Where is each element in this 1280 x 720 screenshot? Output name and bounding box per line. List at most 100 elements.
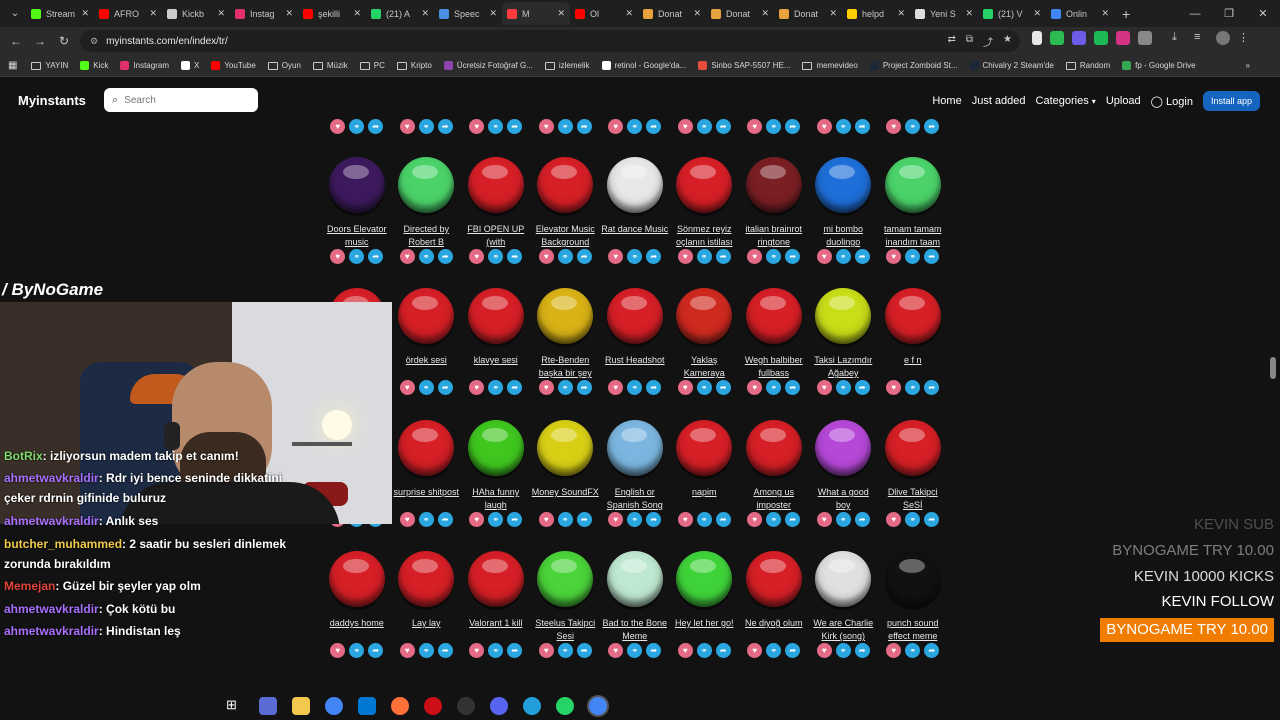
share-arrow-icon[interactable]: ➦ — [507, 512, 523, 527]
chat-username[interactable]: butcher_muhammed — [4, 537, 122, 551]
share-arrow-icon[interactable]: ➦ — [576, 249, 592, 264]
share-arrow-icon[interactable]: ➦ — [715, 512, 731, 527]
copy-link-icon[interactable]: ⚭ — [905, 643, 921, 658]
share-arrow-icon[interactable]: ➦ — [924, 119, 940, 134]
sound-title-link[interactable]: Lay lay — [392, 617, 460, 643]
sound-play-button[interactable] — [537, 420, 594, 476]
favorite-heart-icon[interactable]: ♥ — [608, 380, 624, 395]
favorite-heart-icon[interactable]: ♥ — [399, 512, 415, 527]
sound-title-link[interactable]: Yaklaş Kameraya — [670, 354, 738, 380]
tab-search-icon[interactable]: ⌄ — [4, 3, 26, 25]
favorite-heart-icon[interactable]: ♥ — [886, 249, 902, 264]
nav-categories[interactable]: Categories ▾ — [1036, 95, 1096, 107]
favorite-heart-icon[interactable]: ♥ — [399, 119, 415, 134]
copy-link-icon[interactable]: ⚭ — [766, 249, 782, 264]
favorite-heart-icon[interactable]: ♥ — [816, 380, 832, 395]
browser-tab[interactable]: Stream ✕ — [26, 2, 94, 25]
share-arrow-icon[interactable]: ➦ — [854, 643, 870, 658]
sound-title-link[interactable]: Hey let her go! — [670, 617, 738, 643]
favorite-heart-icon[interactable]: ♥ — [538, 512, 554, 527]
chat-username[interactable]: ahmetwavkraldir — [4, 624, 99, 638]
opera-icon[interactable] — [424, 697, 442, 715]
close-tab-icon[interactable]: ✕ — [965, 8, 973, 19]
share-arrow-icon[interactable]: ➦ — [368, 119, 384, 134]
copy-link-icon[interactable]: ⚭ — [766, 512, 782, 527]
more-bookmarks-icon[interactable]: » — [1246, 61, 1250, 70]
favorite-heart-icon[interactable]: ♥ — [608, 643, 624, 658]
sound-play-button[interactable] — [606, 551, 663, 607]
sound-play-button[interactable] — [815, 288, 872, 344]
bookmark-folder[interactable]: Random — [1065, 61, 1110, 70]
favorite-heart-icon[interactable]: ♥ — [608, 249, 624, 264]
sound-title-link[interactable]: surprise shitpost — [392, 486, 460, 512]
sound-play-button[interactable] — [884, 157, 941, 213]
sound-play-button[interactable] — [537, 157, 594, 213]
close-tab-icon[interactable]: ✕ — [149, 8, 157, 19]
chrome-icon[interactable] — [325, 697, 343, 715]
copy-link-icon[interactable]: ⚭ — [835, 643, 851, 658]
share-arrow-icon[interactable]: ➦ — [507, 119, 523, 134]
sound-play-button[interactable] — [815, 420, 872, 476]
favorite-heart-icon[interactable]: ♥ — [747, 249, 763, 264]
sound-play-button[interactable] — [606, 420, 663, 476]
bookmark-folder[interactable]: izlemelik — [544, 61, 590, 70]
share-arrow-icon[interactable]: ➦ — [715, 119, 731, 134]
sound-title-link[interactable]: Rust Headshot — [601, 354, 669, 380]
share-arrow-icon[interactable]: ➦ — [368, 249, 384, 264]
extension-icon[interactable] — [1116, 31, 1130, 45]
sound-play-button[interactable] — [745, 288, 802, 344]
share-arrow-icon[interactable]: ➦ — [646, 512, 662, 527]
sound-title-link[interactable]: FBI OPEN UP (with — [462, 223, 530, 249]
chrome-active-icon[interactable] — [589, 697, 607, 715]
forward-icon[interactable]: → — [28, 34, 52, 48]
translate-icon[interactable]: ⇄ — [948, 34, 956, 49]
share-arrow-icon[interactable]: ➦ — [646, 643, 662, 658]
back-icon[interactable]: ← — [4, 34, 28, 48]
copy-link-icon[interactable]: ⚭ — [835, 380, 851, 395]
extension-icon[interactable] — [1072, 31, 1086, 45]
bookmark-folder[interactable]: Oyun — [267, 61, 301, 70]
copy-link-icon[interactable]: ⚭ — [488, 512, 504, 527]
menu-icon[interactable]: ⋮ — [1238, 31, 1252, 45]
copy-link-icon[interactable]: ⚭ — [905, 249, 921, 264]
maximize-icon[interactable]: ❐ — [1212, 7, 1246, 20]
favorite-heart-icon[interactable]: ♥ — [816, 119, 832, 134]
minimize-icon[interactable]: — — [1178, 8, 1212, 20]
copy-link-icon[interactable]: ⚭ — [766, 643, 782, 658]
chat-username[interactable]: ahmetwavkraldir — [4, 514, 99, 528]
favorite-heart-icon[interactable]: ♥ — [886, 119, 902, 134]
copy-link-icon[interactable]: ⚭ — [418, 119, 434, 134]
browser-tab[interactable]: Donat ✕ — [638, 2, 706, 25]
copy-link-icon[interactable]: ⚭ — [696, 643, 712, 658]
page-scrollbar[interactable] — [1270, 357, 1276, 379]
bookmark-star-icon[interactable]: ★ — [1003, 34, 1012, 49]
share-arrow-icon[interactable]: ➦ — [507, 380, 523, 395]
copy-link-icon[interactable]: ⚭ — [488, 119, 504, 134]
browser-tab[interactable]: Kickb ✕ — [162, 2, 230, 25]
copy-link-icon[interactable]: ⚭ — [488, 643, 504, 658]
browser-tab[interactable]: Speec ✕ — [434, 2, 502, 25]
file-explorer-icon[interactable] — [292, 697, 310, 715]
sound-title-link[interactable]: napim — [670, 486, 738, 512]
share-arrow-icon[interactable]: ➦ — [715, 380, 731, 395]
browser-tab[interactable]: Instag ✕ — [230, 2, 298, 25]
share-arrow-icon[interactable]: ➦ — [924, 643, 940, 658]
install-icon[interactable]: ⧉ — [966, 34, 973, 49]
bookmark-link[interactable]: Instagram — [120, 61, 169, 70]
sound-play-button[interactable] — [884, 288, 941, 344]
favorite-heart-icon[interactable]: ♥ — [538, 119, 554, 134]
sound-play-button[interactable] — [398, 551, 455, 607]
sound-title-link[interactable]: ördek sesi — [392, 354, 460, 380]
share-arrow-icon[interactable]: ➦ — [924, 512, 940, 527]
sound-title-link[interactable]: klavye sesi — [462, 354, 530, 380]
chat-username[interactable]: BotRix — [4, 449, 43, 463]
copy-link-icon[interactable]: ⚭ — [696, 249, 712, 264]
chat-username[interactable]: Memejan — [4, 579, 55, 593]
favorite-heart-icon[interactable]: ♥ — [886, 512, 902, 527]
favorite-heart-icon[interactable]: ♥ — [816, 643, 832, 658]
sound-play-button[interactable] — [676, 288, 733, 344]
sound-play-button[interactable] — [884, 551, 941, 607]
copy-link-icon[interactable]: ⚭ — [627, 643, 643, 658]
share-arrow-icon[interactable]: ➦ — [576, 512, 592, 527]
sound-title-link[interactable]: italian brainrot ringtone — [740, 223, 808, 249]
